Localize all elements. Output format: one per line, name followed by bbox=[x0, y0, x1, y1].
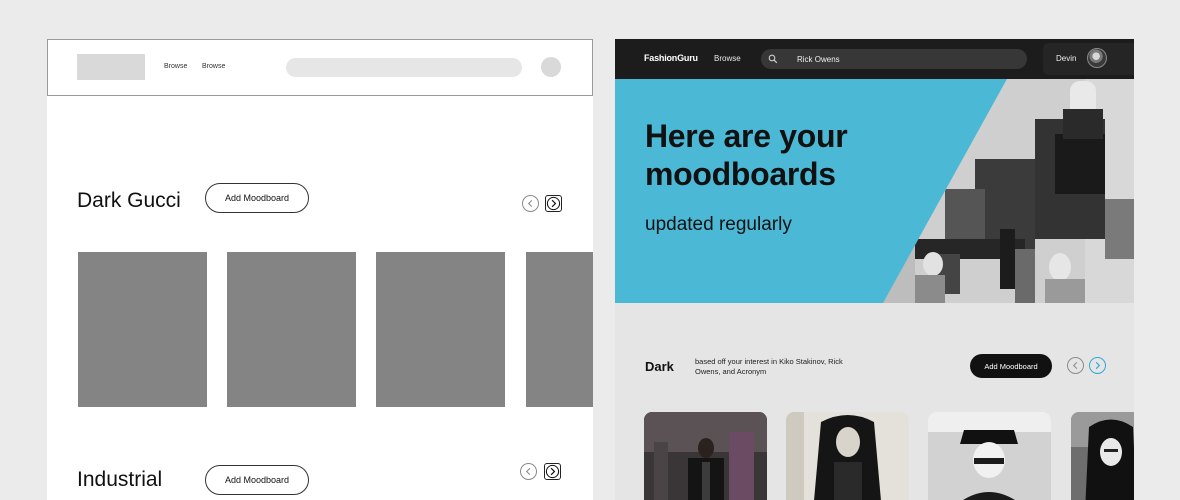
moodboard-card-3[interactable] bbox=[928, 412, 1051, 500]
wireframe-logo-placeholder[interactable] bbox=[77, 54, 145, 80]
nav-browse-link[interactable]: Browse bbox=[714, 54, 741, 63]
moodboard-image-4 bbox=[1071, 412, 1134, 500]
chevron-left-icon bbox=[527, 199, 533, 208]
chevron-right-icon bbox=[1095, 361, 1101, 370]
hero-title-line-1: Here are your bbox=[645, 118, 848, 154]
wireframe-navbar: Browse Browse bbox=[47, 39, 593, 96]
wireframe-add-moodboard-button-2[interactable]: Add Moodboard bbox=[205, 465, 309, 495]
moodboard-card-1[interactable] bbox=[644, 412, 767, 500]
wireframe-prev-button-2[interactable] bbox=[520, 463, 537, 480]
hifi-panel: FashionGuru Browse Devin bbox=[615, 39, 1134, 500]
chevron-left-icon bbox=[1072, 361, 1078, 370]
brand-logo[interactable]: FashionGuru bbox=[644, 53, 698, 63]
avatar[interactable] bbox=[1087, 48, 1107, 68]
wireframe-next-button-2[interactable] bbox=[544, 463, 561, 480]
wireframe-panel: Browse Browse Dark Gucci Add Moodboard I… bbox=[47, 39, 593, 500]
search-bar[interactable] bbox=[761, 49, 1027, 69]
search-input[interactable] bbox=[797, 52, 1017, 66]
wireframe-search-placeholder[interactable] bbox=[286, 58, 522, 77]
moodboard-card-4[interactable] bbox=[1071, 412, 1134, 500]
next-button[interactable] bbox=[1089, 357, 1106, 374]
hero-title-line-2: moodboards bbox=[645, 156, 836, 192]
hero-title: Here are your moodboards bbox=[645, 117, 945, 193]
wireframe-add-moodboard-button-1[interactable]: Add Moodboard bbox=[205, 183, 309, 213]
hero-subtitle: updated regularly bbox=[645, 214, 792, 235]
wireframe-moodboard-card-1[interactable] bbox=[78, 252, 207, 407]
user-menu[interactable]: Devin bbox=[1043, 43, 1134, 75]
moodboard-image-3 bbox=[928, 412, 1051, 500]
chevron-right-icon bbox=[545, 464, 560, 479]
wireframe-nav-browse-2[interactable]: Browse bbox=[202, 63, 225, 70]
wireframe-next-button-1[interactable] bbox=[545, 195, 562, 212]
wireframe-moodboard-card-4[interactable] bbox=[526, 252, 593, 407]
chevron-left-icon bbox=[525, 467, 531, 476]
wireframe-moodboard-card-2[interactable] bbox=[227, 252, 356, 407]
chevron-right-icon bbox=[546, 196, 561, 211]
moodboard-card-2[interactable] bbox=[786, 412, 909, 500]
search-icon bbox=[768, 54, 778, 64]
wireframe-prev-button-1[interactable] bbox=[522, 195, 539, 212]
wireframe-avatar-placeholder[interactable] bbox=[541, 57, 561, 77]
user-name: Devin bbox=[1056, 54, 1077, 63]
wireframe-nav-browse-1[interactable]: Browse bbox=[164, 63, 187, 70]
section-description: based off your interest in Kiko Stakinov… bbox=[695, 357, 843, 376]
navbar: FashionGuru Browse Devin bbox=[615, 39, 1134, 79]
moodboard-image-2 bbox=[786, 412, 909, 500]
moodboard-image-1 bbox=[644, 412, 767, 500]
add-moodboard-button[interactable]: Add Moodboard bbox=[970, 354, 1052, 378]
wireframe-moodboard-card-3[interactable] bbox=[376, 252, 505, 407]
prev-button[interactable] bbox=[1067, 357, 1084, 374]
wireframe-section-title-dark-gucci: Dark Gucci bbox=[77, 189, 181, 212]
hero-banner: Here are your moodboards updated regular… bbox=[615, 79, 1134, 303]
wireframe-section-title-industrial: Industrial bbox=[77, 468, 163, 491]
section-title-dark: Dark bbox=[645, 359, 674, 374]
